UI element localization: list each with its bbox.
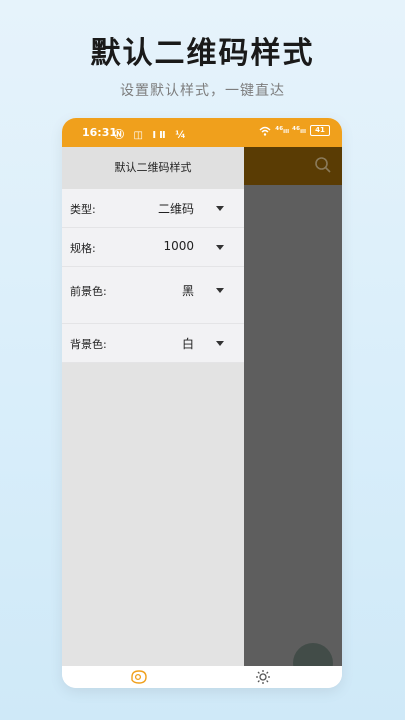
- background-color-label: 背景色:: [70, 338, 107, 351]
- phone-frame: 16:31 Ⓝ ◫ ⅠⅡ ¼ ⁴⁶ᵢₗₗ ⁴⁶ᵢₗₗ 41 默认二维码样式 类型…: [62, 118, 342, 688]
- battery-icon: 41: [310, 125, 330, 136]
- type-value[interactable]: 二维码: [158, 200, 194, 217]
- status-right-icons: ⁴⁶ᵢₗₗ ⁴⁶ᵢₗₗ 41: [259, 125, 330, 136]
- type-row[interactable]: 类型: 二维码: [62, 189, 244, 228]
- signal-icon: ⁴⁶ᵢₗₗ ⁴⁶ᵢₗₗ: [275, 125, 306, 136]
- type-label: 类型:: [70, 203, 96, 216]
- drawer-title: 默认二维码样式: [62, 147, 244, 189]
- background-color-row[interactable]: 背景色: 白: [62, 324, 244, 363]
- app-content: 默认二维码样式 类型: 二维码 规格: 1000 前景色: 黑 背景色: 白: [62, 147, 342, 683]
- foreground-color-value[interactable]: 黑: [182, 282, 194, 299]
- wifi-icon: [259, 126, 271, 136]
- status-time: 16:31: [82, 126, 118, 139]
- promo-title: 默认二维码样式: [90, 36, 315, 71]
- status-bar: 16:31 Ⓝ ◫ ⅠⅡ ¼ ⁴⁶ᵢₗₗ ⁴⁶ᵢₗₗ 41: [62, 118, 342, 147]
- foreground-color-row[interactable]: 前景色: 黑: [62, 267, 244, 324]
- notification-icons: Ⓝ ◫ ⅠⅡ ¼: [114, 130, 189, 141]
- chevron-down-icon[interactable]: [216, 206, 224, 211]
- size-row[interactable]: 规格: 1000: [62, 228, 244, 267]
- home-icon[interactable]: [130, 669, 148, 685]
- size-label: 规格:: [70, 242, 96, 255]
- chevron-down-icon[interactable]: [216, 341, 224, 346]
- size-value[interactable]: 1000: [163, 239, 194, 253]
- foreground-color-label: 前景色:: [70, 285, 107, 298]
- background-color-value[interactable]: 白: [182, 335, 194, 352]
- gear-icon[interactable]: [255, 669, 271, 685]
- chevron-down-icon[interactable]: [216, 245, 224, 250]
- app-bar: [244, 147, 342, 185]
- promo-subtitle: 设置默认样式，一键直达: [120, 83, 285, 99]
- settings-drawer: 默认二维码样式 类型: 二维码 规格: 1000 前景色: 黑 背景色: 白: [62, 147, 244, 666]
- search-icon[interactable]: [314, 156, 332, 174]
- bottom-nav: [62, 666, 342, 688]
- chevron-down-icon[interactable]: [216, 288, 224, 293]
